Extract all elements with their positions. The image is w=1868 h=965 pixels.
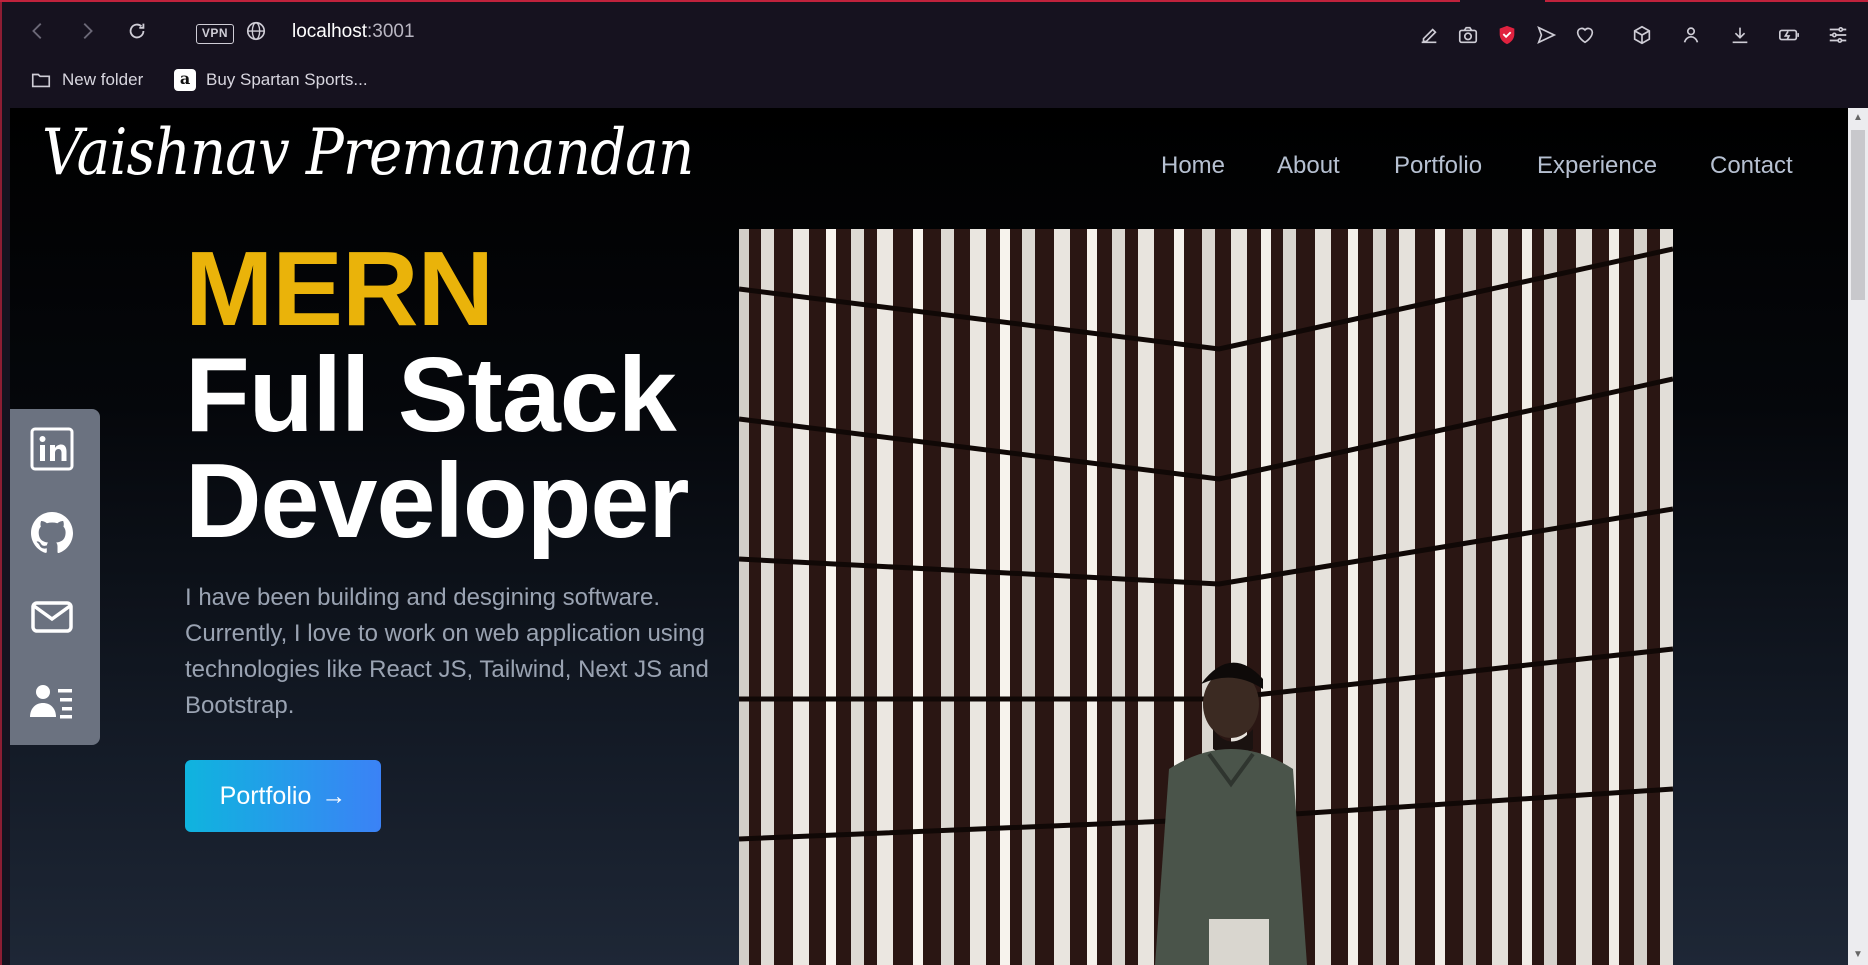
browser-chrome: VPN localhost:3001 New folder a Buy Spar… <box>0 0 1868 108</box>
hero-title-line-1: MERN <box>185 230 494 348</box>
photo-slat <box>1544 229 1557 965</box>
forward-icon[interactable] <box>73 20 101 48</box>
photo-slat <box>1660 229 1673 965</box>
photo-slat <box>1348 229 1358 965</box>
scroll-up-icon[interactable]: ▲ <box>1848 110 1868 126</box>
mail-icon[interactable] <box>28 593 76 641</box>
battery-saver-icon[interactable] <box>1774 20 1804 50</box>
photo-slat <box>1522 229 1532 965</box>
photo-slat <box>1492 229 1508 965</box>
easy-setup-icon[interactable] <box>1823 20 1853 50</box>
photo-slat <box>1315 229 1331 965</box>
portrait-image <box>739 229 1673 965</box>
portfolio-button-label: Portfolio <box>219 781 312 810</box>
photo-slat <box>1399 229 1415 965</box>
hero-description: I have been building and desgining softw… <box>185 584 709 719</box>
photo-slat <box>1576 229 1592 965</box>
profile-icon[interactable] <box>1676 20 1706 50</box>
photo-slat <box>1022 229 1035 965</box>
back-icon[interactable] <box>24 20 52 48</box>
photo-slat <box>1634 229 1647 965</box>
heart-icon[interactable] <box>1570 20 1600 50</box>
portfolio-button[interactable]: Portfolio → <box>185 760 381 832</box>
active-tab-indicator <box>1545 0 1868 2</box>
folder-icon <box>31 73 51 88</box>
nav-about[interactable]: About <box>1277 152 1340 180</box>
url-host: localhost <box>292 21 367 42</box>
photo-slat <box>1087 229 1097 965</box>
photo-slat <box>1000 229 1010 965</box>
url-port: :3001 <box>367 21 415 42</box>
resume-icon[interactable] <box>28 677 76 725</box>
active-tab-indicator <box>0 0 1460 2</box>
nav-experience[interactable]: Experience <box>1537 152 1657 180</box>
download-icon[interactable] <box>1725 20 1755 50</box>
bookmarks-bar: New folder a Buy Spartan Sports... <box>0 64 1868 98</box>
site-logo[interactable]: Vaishnav Premanandan <box>42 116 694 190</box>
snapshot-edit-icon[interactable] <box>1414 20 1444 50</box>
photo-slat <box>826 229 836 965</box>
bookmark-new-folder[interactable]: New folder <box>30 69 143 91</box>
scrollbar-thumb[interactable] <box>1851 130 1865 300</box>
nav-contact[interactable]: Contact <box>1710 152 1793 180</box>
address-bar-row: VPN localhost:3001 <box>0 12 1868 54</box>
url-field[interactable]: localhost:3001 <box>292 21 415 43</box>
social-sidebar <box>10 409 100 745</box>
vpn-badge[interactable]: VPN <box>196 24 234 44</box>
amazon-icon: a <box>174 69 196 91</box>
reload-icon[interactable] <box>123 20 151 48</box>
cube-icon[interactable] <box>1627 20 1657 50</box>
nav-home[interactable]: Home <box>1161 152 1225 180</box>
scroll-down-icon[interactable]: ▼ <box>1848 947 1868 963</box>
hero-title-line-2: Full Stack <box>185 336 677 454</box>
photo-slat <box>851 229 864 965</box>
photo-slat <box>793 229 809 965</box>
web-page: Vaishnav Premanandan Home About Portfoli… <box>10 108 1848 965</box>
photo-slat <box>1373 229 1386 965</box>
arrow-right-icon: → <box>321 781 347 810</box>
hero-photo <box>739 229 1673 965</box>
send-icon[interactable] <box>1531 20 1561 50</box>
photo-slat <box>913 229 923 965</box>
photo-slat <box>761 229 774 965</box>
hero-title-line-3: Developer <box>185 442 690 560</box>
photo-slat <box>1463 229 1476 965</box>
globe-icon[interactable] <box>242 20 270 48</box>
photo-slat <box>1435 229 1445 965</box>
bookmark-spartan-sports[interactable]: a Buy Spartan Sports... <box>174 69 368 91</box>
nav-portfolio[interactable]: Portfolio <box>1394 152 1482 180</box>
camera-icon[interactable] <box>1453 20 1483 50</box>
window-edge <box>0 0 2 965</box>
github-icon[interactable] <box>28 509 76 557</box>
linkedin-icon[interactable] <box>28 425 76 473</box>
bookmark-label: New folder <box>62 70 144 89</box>
photo-slat <box>1609 229 1619 965</box>
photo-slat <box>877 229 893 965</box>
shield-icon[interactable] <box>1492 20 1522 50</box>
bookmark-label: Buy Spartan Sports... <box>206 70 368 89</box>
photo-slat <box>970 229 986 965</box>
photo-slat <box>1054 229 1070 965</box>
page-scrollbar[interactable]: ▲ ▼ <box>1848 108 1868 965</box>
photo-slat <box>941 229 954 965</box>
